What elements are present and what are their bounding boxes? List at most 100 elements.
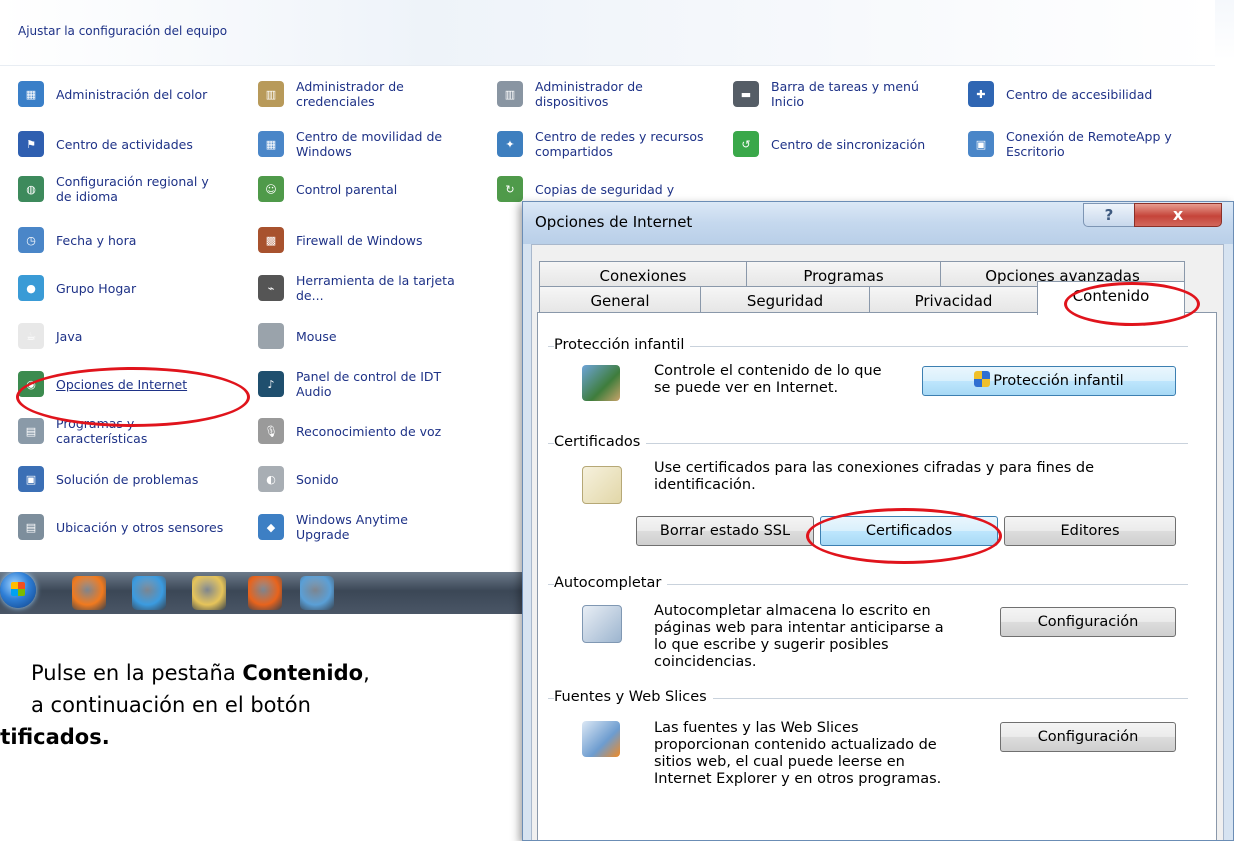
family-safety-button[interactable]: Protección infantil [922,366,1176,396]
date-time-icon: ◷ [18,227,44,253]
sync-center-icon: ↺ [733,131,759,157]
control-panel-item[interactable]: ⌁ Herramienta de la tarjeta de... [258,273,455,303]
control-panel-item-label: Reconocimiento de voz [296,423,442,439]
control-panel-item[interactable]: ▣ Solución de problemas [18,464,198,494]
control-panel-item[interactable]: ☺ Control parental [258,174,397,204]
autocomplete-description: Autocompletar almacena lo escrito en pág… [654,603,944,670]
control-panel-item-label: Panel de control de IDT Audio [296,369,442,399]
control-panel-item[interactable]: ◆ Windows Anytime Upgrade [258,512,408,542]
autocomplete-settings-button[interactable]: Configuración [1000,607,1176,637]
family-safety-description: Controle el contenido de lo que se puede… [654,363,882,396]
control-panel-item[interactable]: ▦ Administración del color [18,79,207,109]
instruction-bold-contenido: Contenido [242,661,364,685]
control-panel-item[interactable]: ✦ Centro de redes y recursos compartidos [497,129,704,159]
control-panel-item-label: Fecha y hora [56,232,137,248]
backup-icon: ↻ [497,176,523,202]
card-tool-icon: ⌁ [258,275,284,301]
control-panel-item[interactable]: ◷ Fecha y hora [18,225,136,255]
control-panel-item[interactable]: ◍ Configuración regional y de idioma [18,174,209,204]
control-panel-item-label: Centro de sincronización [771,136,926,152]
publishers-button[interactable]: Editores [1004,516,1176,546]
control-panel-item[interactable]: 🎙 Reconocimiento de voz [258,416,441,446]
speaker-icon: ◐ [258,466,284,492]
control-panel-item[interactable]: ▥ Administrador de credenciales [258,79,404,109]
microphone-icon: 🎙 [258,418,284,444]
certificate-icon [582,466,622,504]
control-panel-item[interactable]: ◐ Sonido [258,464,339,494]
control-panel-item[interactable]: ↻ Copias de seguridad y [497,174,674,204]
control-panel-item[interactable]: ● Grupo Hogar [18,273,136,303]
clear-ssl-state-button[interactable]: Borrar estado SSL [636,516,814,546]
instruction-text-segment: Pulse en la pestaña [31,661,243,685]
programs-features-icon: ▤ [18,418,44,444]
control-panel-item[interactable]: ◉ Opciones de Internet [18,369,187,399]
firewall-icon: ▩ [258,227,284,253]
control-panel-item[interactable]: ▦ Centro de movilidad de Windows [258,129,442,159]
control-panel-item-label: Centro de actividades [56,136,193,152]
control-panel-item[interactable]: ⚑ Centro de actividades [18,129,193,159]
instruction-text: Pulse en la pestaña Contenido, a continu… [0,657,525,753]
control-panel-item-label: Control parental [296,181,398,197]
remoteapp-icon: ▣ [968,131,994,157]
control-panel-item-label: Barra de tareas y menú Inicio [771,79,919,109]
control-panel-item-label: Programas y características [56,416,148,446]
instruction-bold-certificados: rtificados. [0,725,110,749]
control-panel-item[interactable]: ▩ Firewall de Windows [258,225,423,255]
tab-contenido[interactable]: Contenido [1037,281,1185,315]
family-safety-icon [582,365,620,401]
control-panel-item-label: Mouse [296,328,337,344]
control-panel-item[interactable]: ▤ Ubicación y otros sensores [18,512,223,542]
close-button[interactable]: x [1134,203,1222,227]
windows-start-orb-icon[interactable] [0,572,36,608]
control-panel-item-label: Centro de movilidad de Windows [296,129,443,159]
firefox-icon[interactable] [248,576,282,610]
action-center-flag-icon: ⚑ [18,131,44,157]
internet-options-dialog: Opciones de Internet ? x Conexiones Prog… [522,201,1234,841]
instruction-line-2: a continuación en el botón [31,693,311,717]
feeds-settings-button[interactable]: Configuración [1000,722,1176,752]
family-safety-button-label: Protección infantil [993,373,1124,389]
file-explorer-folder-icon[interactable] [192,576,226,610]
control-panel-item-label: Solución de problemas [56,471,199,487]
parental-control-icon: ☺ [258,176,284,202]
media-player-icon[interactable] [72,576,106,610]
family-safety-section-title: Protección infantil [554,337,691,353]
control-panel-item-label: Grupo Hogar [56,280,137,296]
internet-explorer-icon[interactable] [132,576,166,610]
network-center-icon: ✦ [497,131,523,157]
control-panel-item[interactable]: ▣ Conexión de RemoteApp y Escritorio [968,129,1172,159]
control-panel-item[interactable]: ▥ Administrador de dispositivos [497,79,643,109]
instruction-text-segment: , [363,661,370,685]
control-panel-item-label: Administrador de credenciales [296,79,404,109]
control-panel-item[interactable]: ↺ Centro de sincronización [733,129,925,159]
dialog-title: Opciones de Internet [535,213,693,231]
control-panel-icon[interactable] [300,576,334,610]
control-panel-item[interactable]: Mouse [258,321,337,351]
control-panel-item-label: Centro de accesibilidad [1006,86,1153,102]
device-manager-icon: ▥ [497,81,523,107]
control-panel-item[interactable]: ♪ Panel de control de IDT Audio [258,369,441,399]
control-panel-item-label: Administrador de dispositivos [535,79,643,109]
control-panel-item-label: Copias de seguridad y [535,181,675,197]
control-panel-item-label: Java [56,328,83,344]
control-panel-item-label: Opciones de Internet [56,376,188,392]
anytime-upgrade-icon: ◆ [258,514,284,540]
control-panel-item-label: Ubicación y otros sensores [56,519,224,535]
help-button[interactable]: ? [1083,203,1135,227]
control-panel-item[interactable]: ▤ Programas y características [18,416,147,446]
accessibility-icon: ✚ [968,81,994,107]
control-panel-item-label: Sonido [296,471,339,487]
feeds-description: Las fuentes y las Web Slices proporciona… [654,720,942,787]
control-panel-item-label: Conexión de RemoteApp y Escritorio [1006,129,1172,159]
control-panel-item-label: Windows Anytime Upgrade [296,512,408,542]
region-globe-icon: ◍ [18,176,44,202]
control-panel-item[interactable]: ✚ Centro de accesibilidad [968,79,1152,109]
instruction-line-1: Pulse en la pestaña Contenido, [0,657,525,689]
control-panel-item[interactable]: ☕ Java [18,321,82,351]
feeds-icon [582,721,620,757]
certificates-section-title: Certificados [554,434,647,450]
certificates-button[interactable]: Certificados [820,516,998,546]
contenido-tab-panel: Protección infantil Controle el contenid… [537,312,1217,840]
mouse-icon [258,323,284,349]
control-panel-item[interactable]: ▬ Barra de tareas y menú Inicio [733,79,919,109]
